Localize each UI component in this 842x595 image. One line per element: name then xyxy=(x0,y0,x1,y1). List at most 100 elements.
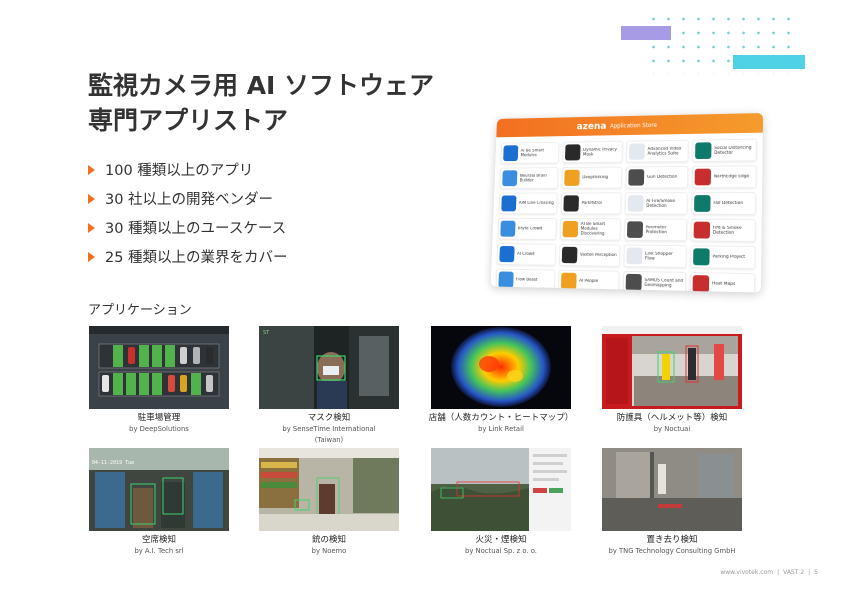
svg-text:ST: ST xyxy=(263,330,270,336)
app-vendor: by Noctuai xyxy=(587,424,757,435)
app-caption: 防護具（ヘルメット等）検知 by Noctuai xyxy=(587,413,757,435)
bullet-triangle-icon xyxy=(88,223,95,233)
app-tile-icon xyxy=(693,248,710,265)
app-tile-label: AI Be Smart Modules Discovering xyxy=(580,222,618,237)
app-caption: マスク検知 by SenseTime International (Taiwan… xyxy=(244,413,414,446)
app-tile-label: NorthEdge Edge xyxy=(714,174,750,179)
app-tile-label: AI Crowd xyxy=(517,252,535,257)
app-vendor: by SenseTime International xyxy=(244,424,414,435)
app-tile[interactable]: AI Be Smart Modules xyxy=(500,142,559,164)
app-tile-icon xyxy=(561,273,577,290)
app-tile[interactable]: Vaxtell Perception xyxy=(559,244,620,267)
app-tile-icon xyxy=(562,247,578,264)
app-tile-label: ParkPatrol xyxy=(581,201,601,206)
app-tile[interactable]: SAMOS Count and Geomapping xyxy=(623,271,686,293)
app-caption: 火災・煙検知 by Noctuai Sp. z o. o. xyxy=(416,535,586,557)
thumbnail-heatmap xyxy=(431,326,571,409)
app-tile[interactable]: Heat Maps xyxy=(690,272,756,293)
app-tile-label: Perimeter Protection xyxy=(646,225,685,235)
app-tile-icon xyxy=(695,142,711,159)
app-tile-icon xyxy=(694,195,711,212)
app-tile[interactable]: Link Shopper Flow xyxy=(623,245,686,268)
bullet-triangle-icon xyxy=(88,194,95,204)
app-tile[interactable]: Parking Project xyxy=(690,245,755,269)
app-tile[interactable]: Social Distancing Detector xyxy=(692,139,757,162)
thumbnail-mask-detection: ST xyxy=(259,326,399,409)
app-vendor: by TNG Technology Consulting GmbH xyxy=(587,546,757,557)
app-tile-label: AI Fire/Smoke Detection xyxy=(646,199,685,209)
bullet-item: 30 種類以上のユースケース xyxy=(88,213,288,242)
app-tile[interactable]: AI Fire/Smoke Detection xyxy=(625,192,688,215)
bullet-triangle-icon xyxy=(88,165,95,175)
app-tile[interactable]: Advanced Video Analytics Suite xyxy=(626,140,689,163)
app-tile-icon xyxy=(565,144,581,160)
decorative-cyan-bar xyxy=(733,55,805,69)
app-tile-icon xyxy=(626,248,642,265)
app-tile-label: SAMOS Count and Geomapping xyxy=(644,278,683,289)
app-tile[interactable]: ParkPatrol xyxy=(561,192,622,214)
thumbnail-left-object xyxy=(602,448,742,531)
bullet-item: 30 社以上の開発ベンダー xyxy=(88,184,288,213)
bullet-triangle-icon xyxy=(88,252,95,262)
app-tile-label: Heat Maps xyxy=(712,281,735,287)
app-tile-icon xyxy=(695,169,712,186)
app-tile[interactable]: Neurala Brain Builder xyxy=(499,167,558,189)
thumbnail-ppe-detection xyxy=(602,326,742,409)
app-name: 店舗（人数カウント・ヒートマップ） xyxy=(429,413,574,423)
title-line-2: 専門アプリストア xyxy=(88,103,434,138)
app-tile[interactable]: NorthEdge Edge xyxy=(692,165,757,188)
app-tile-icon xyxy=(626,274,642,291)
slide: 監視カメラ用 AI ソフトウェア 専門アプリストア 100 種類以上のアプリ 3… xyxy=(0,0,842,595)
app-tile-label: Flow Beast xyxy=(516,277,538,282)
decorative-purple-bar xyxy=(621,26,671,40)
app-tile[interactable]: AI Be Smart Modules Discovering xyxy=(560,218,621,241)
app-tile-label: Fall Detection xyxy=(713,201,743,206)
app-name: 銃の検知 xyxy=(312,535,346,545)
app-tile-icon xyxy=(502,170,517,186)
app-tile-icon xyxy=(628,169,644,185)
app-tile-label: Fire & Smoke Detection xyxy=(713,225,753,235)
app-tile-label: Gun Detection xyxy=(647,175,677,180)
app-tile-icon xyxy=(563,221,579,237)
app-tile[interactable]: Fall Detection xyxy=(691,192,756,215)
app-vendor: by A.I. Tech srl xyxy=(74,546,244,557)
app-tile[interactable]: Gun Detection xyxy=(625,166,688,189)
app-tile-icon xyxy=(564,170,580,186)
app-name: 置き去り検知 xyxy=(646,535,697,545)
applications-heading: アプリケーション xyxy=(88,299,192,318)
app-tile-icon xyxy=(499,246,514,262)
app-tile[interactable]: Perimeter Protection xyxy=(624,218,687,241)
app-tile[interactable]: AI Crowd xyxy=(497,243,556,266)
thumbnail-vacant-seat: 04-11-2019 Tue xyxy=(89,448,229,531)
app-tile-label: Neurala Brain Builder xyxy=(520,173,556,183)
thumbnail-fire-smoke xyxy=(431,448,571,531)
app-tile-label: Dynamic Privacy Mask xyxy=(583,147,620,157)
svg-text:04-11-2019 Tue: 04-11-2019 Tue xyxy=(92,460,134,466)
footer-website: www.vivotek.com xyxy=(720,569,773,576)
app-vendor: by Link Retail xyxy=(416,424,586,435)
app-tile-label: DeepParking xyxy=(582,175,608,180)
app-vendor: by Noemo xyxy=(244,546,414,557)
footer-deck-name: VAST 2 xyxy=(783,569,804,576)
app-name: 防護具（ヘルメット等）検知 xyxy=(617,413,728,423)
app-vendor-line2: (Taiwan) xyxy=(244,435,414,446)
app-vendor: by Noctuai Sp. z o. o. xyxy=(416,546,586,557)
app-tile[interactable]: Bryte Crowd xyxy=(498,218,557,240)
app-tile[interactable]: Dynamic Privacy Mask xyxy=(562,141,623,164)
app-tile[interactable]: AIM Line Crossing xyxy=(499,193,558,215)
title-line-1: 監視カメラ用 AI ソフトウェア xyxy=(88,68,434,103)
app-tile[interactable]: DeepParking xyxy=(561,167,622,189)
app-caption: 空席検知 by A.I. Tech srl xyxy=(74,535,244,557)
app-caption: 銃の検知 by Noemo xyxy=(244,535,414,557)
app-tile-icon xyxy=(500,221,515,237)
bullet-item: 100 種類以上のアプリ xyxy=(88,155,288,184)
app-tile[interactable]: Fire & Smoke Detection xyxy=(691,219,756,242)
app-caption: 置き去り検知 by TNG Technology Consulting GmbH xyxy=(587,535,757,557)
slide-footer: www.vivotek.com | VAST 2 | 5 xyxy=(716,569,822,576)
app-tile[interactable]: AI People xyxy=(558,270,620,293)
app-tile-label: Vaxtell Perception xyxy=(580,253,617,258)
app-name: マスク検知 xyxy=(308,413,351,423)
slide-title: 監視カメラ用 AI ソフトウェア 専門アプリストア xyxy=(88,68,434,138)
app-name: 駐車場管理 xyxy=(138,413,181,423)
app-tile[interactable]: Flow Beast xyxy=(496,269,556,292)
